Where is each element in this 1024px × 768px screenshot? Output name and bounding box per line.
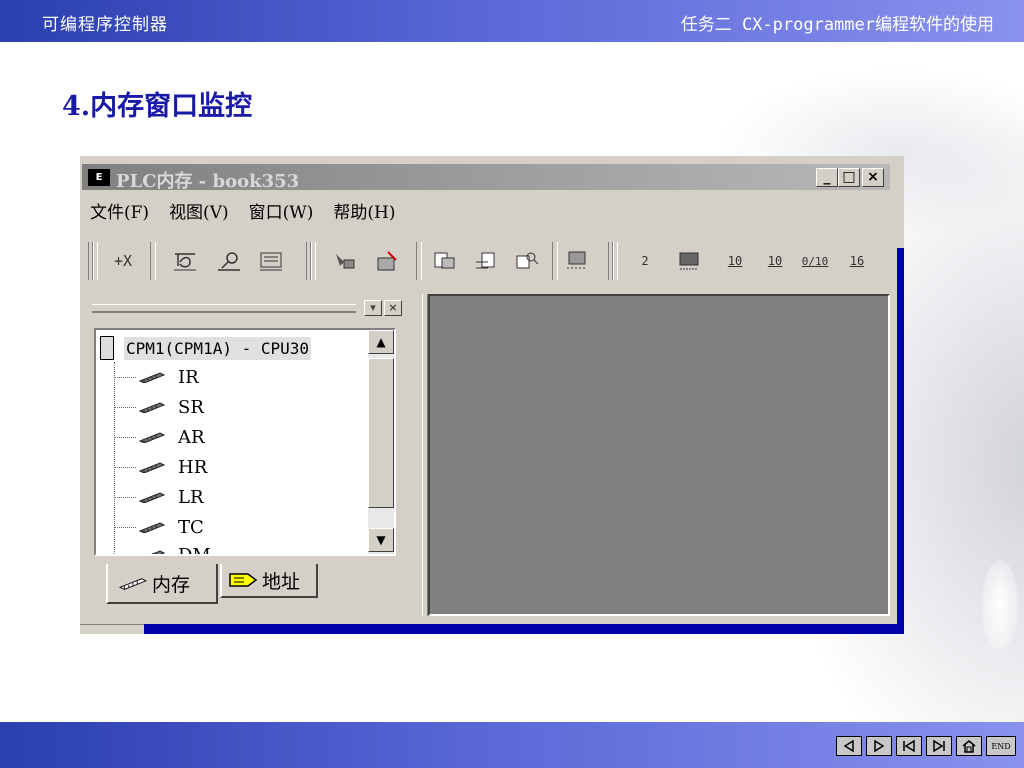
tab-address[interactable]: 地址 [220,564,318,598]
compare-icon[interactable] [428,246,462,276]
pane-close-button[interactable]: × [384,300,402,316]
last-slide-icon[interactable] [926,736,952,756]
tree-item-hr[interactable]: HR [114,452,207,482]
home-icon[interactable] [956,736,982,756]
hex-format-icon[interactable]: 16 [840,246,874,276]
close-button[interactable]: × [862,168,884,187]
binary-format-icon[interactable]: 2 [628,246,662,276]
tree-item-ar[interactable]: AR [114,422,205,452]
search-address-icon[interactable] [212,246,246,276]
tree-item-dm[interactable]: DM [114,540,211,554]
memory-tree-pane: ▾ × CPM1(CPM1A) - CPU30 IR SR AR HR LR T… [82,294,422,616]
memory-chip-icon [138,402,166,413]
memory-chip-icon [138,372,166,383]
tree-item-ir[interactable]: IR [114,362,199,392]
tab-address-label: 地址 [262,570,301,593]
menu-bar: 文件(F) 视图(V) 窗口(W) 帮助(H) [90,198,395,223]
end-show-button[interactable]: END [986,736,1016,756]
tree-item-tc[interactable]: TC [114,512,204,542]
toolbar: +X 2 10 10 0/10 16 [88,236,898,286]
next-slide-icon[interactable] [866,736,892,756]
monitor-icon[interactable] [168,246,202,276]
menu-help[interactable]: 帮助(H) [333,198,395,223]
menu-view[interactable]: 视图(V) [169,198,229,223]
memory-chip-icon [138,492,166,503]
course-title: 可编程序控制器 [42,15,168,35]
memory-chip-icon [118,578,148,591]
data-view-icon[interactable] [254,246,288,276]
first-slide-icon[interactable] [896,736,922,756]
menu-window[interactable]: 窗口(W) [249,198,314,223]
plc-icon [100,336,114,360]
maximize-button[interactable]: □ [838,168,860,187]
decimal-format-icon[interactable]: 10 [718,246,752,276]
tree-item-sr[interactable]: SR [114,392,204,422]
remove-x-icon[interactable]: +X [106,246,140,276]
task-title: 任务二 CX-programmer编程软件的使用 [680,15,994,35]
scroll-down-button[interactable]: ▼ [368,528,394,552]
app-icon: E [88,169,110,186]
background-blue-bottom [144,624,904,634]
memory-chip-icon [138,432,166,443]
background-blue-strip [897,248,904,634]
signed-decimal-icon[interactable]: 10 [758,246,792,276]
toolbar-grip [92,242,98,280]
scroll-up-button[interactable]: ▲ [368,330,394,354]
window-titlebar[interactable]: E PLC内存 - book353 _ □ × [82,164,890,192]
toolbar-grip [310,242,316,280]
plc-memory-window: E PLC内存 - book353 _ □ × 文件(F) 视图(V) 窗口(W… [80,156,904,634]
tab-memory-label: 内存 [152,573,191,596]
float-format-icon[interactable]: 0/10 [798,246,832,276]
address-tag-icon [229,573,258,587]
slide-title: 4.内存窗口监控 [62,91,253,122]
toolbar-separator [552,242,558,280]
tree-scrollbar[interactable]: ▲ ▼ [368,330,394,554]
mdi-workspace [428,294,890,616]
pane-grip [92,310,356,313]
prev-slide-icon[interactable] [836,736,862,756]
memory-chip-icon [151,550,166,554]
toolbar-separator [416,242,422,280]
background-gray-strip [80,624,144,634]
tree-root-label: CPM1(CPM1A) - CPU30 [124,336,312,360]
memory-tree: CPM1(CPM1A) - CPU30 IR SR AR HR LR TC DM… [94,328,396,556]
slide-glow-decor [982,560,1018,650]
scroll-thumb[interactable] [368,358,394,508]
find-icon[interactable] [510,246,544,276]
transfer-from-plc-icon[interactable] [328,246,362,276]
memory-chip-icon [138,462,166,473]
tree-root[interactable]: CPM1(CPM1A) - CPU30 [100,334,312,362]
copy-block-icon[interactable] [470,246,504,276]
toolbar-grip [612,242,618,280]
minimize-button[interactable]: _ [816,168,838,187]
force-set-icon[interactable] [560,246,594,276]
tab-memory[interactable]: 内存 [106,564,218,604]
slide-navigation: END [836,736,1016,756]
window-title: PLC内存 - book353 [116,171,300,192]
toolbar-separator [150,242,156,280]
memory-chip-icon [138,522,166,533]
menu-file[interactable]: 文件(F) [90,198,149,223]
bcd-format-icon[interactable] [672,246,706,276]
pane-menu-button[interactable]: ▾ [364,300,382,316]
transfer-to-plc-icon[interactable] [370,246,404,276]
tree-item-lr[interactable]: LR [114,482,204,512]
